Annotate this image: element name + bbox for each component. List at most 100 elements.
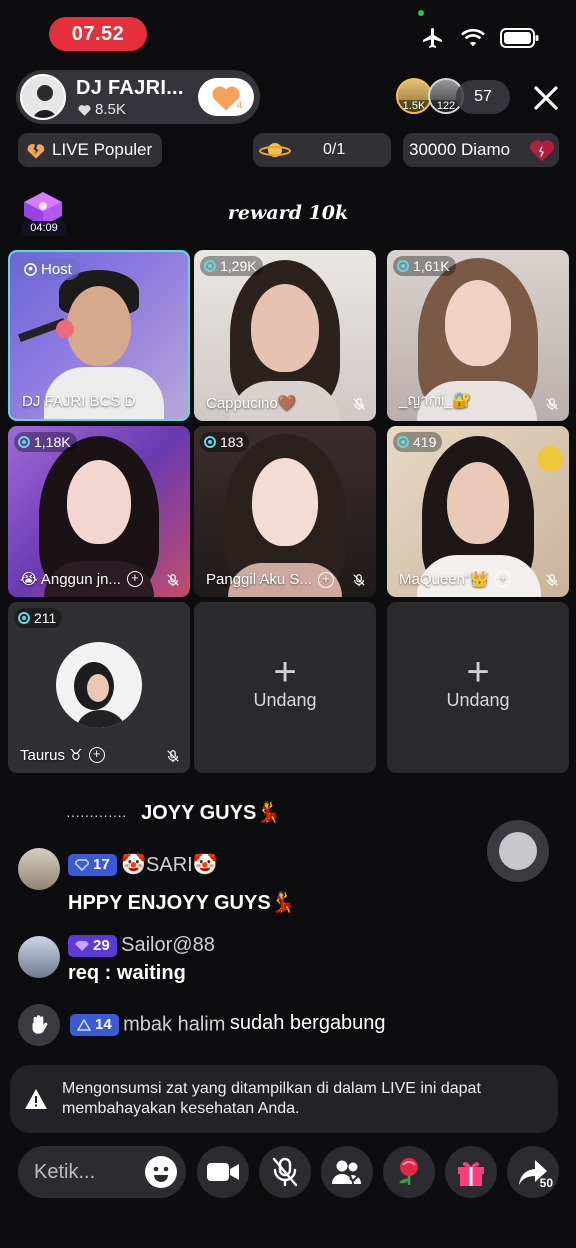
host-avatar[interactable]	[20, 74, 66, 120]
viewers-icon	[204, 436, 216, 448]
guest-name-text: 😭 Anggun jn...	[20, 571, 121, 588]
host-tag-label: Host	[41, 260, 72, 278]
guest-tile[interactable]: 419 MaQueen"👑 +	[387, 426, 569, 597]
floating-assistive-button[interactable]	[487, 820, 549, 882]
guest-avatar	[56, 642, 142, 728]
guest-views-count: 211	[34, 610, 57, 626]
top-viewers[interactable]: 1.5K 122	[396, 78, 464, 114]
comment-box[interactable]	[18, 1146, 186, 1198]
mic-muted-icon	[353, 398, 365, 411]
diamond-level-icon	[75, 940, 89, 951]
airplane-icon	[423, 28, 442, 48]
level-number: 17	[93, 856, 110, 873]
heart-gift-icon	[530, 140, 554, 162]
follow-guest-button[interactable]: +	[88, 747, 105, 763]
guest-views-count: 183	[220, 434, 244, 450]
guest-tile-host[interactable]: Host DJ FAJRI BCS D	[8, 250, 190, 421]
host-tag: Host	[16, 258, 80, 280]
viewers-icon	[397, 436, 409, 448]
plus-icon: +	[466, 650, 490, 694]
level-badge: 17	[68, 853, 117, 876]
people-icon	[332, 1160, 361, 1184]
follow-guest-button[interactable]: +	[317, 571, 334, 588]
mic-muted-icon	[272, 1157, 298, 1187]
plus-icon: +	[273, 650, 297, 694]
invite-label: Undang	[253, 690, 317, 710]
viewer-count[interactable]: 57	[456, 80, 510, 114]
host-likes-count: 8.5K	[95, 101, 126, 118]
invite-label: Undang	[446, 690, 510, 710]
guests-button[interactable]	[321, 1146, 373, 1198]
chat-user-avatar[interactable]	[18, 848, 60, 890]
level-badge: 14	[70, 1013, 119, 1036]
follow-guest-button[interactable]: +	[126, 571, 143, 587]
close-icon[interactable]	[530, 82, 562, 114]
rank-chip[interactable]: 0/1	[253, 133, 391, 167]
guest-views: 419	[393, 432, 443, 452]
safety-warning-banner: Mengonsumsi zat yang ditampilkan di dala…	[10, 1065, 558, 1133]
mic-muted-icon	[167, 574, 179, 587]
guest-views: 211	[14, 608, 63, 628]
camera-button[interactable]	[197, 1146, 249, 1198]
comment-input[interactable]	[34, 1156, 134, 1188]
level-number: 29	[93, 937, 110, 954]
live-popular-chip[interactable]: LIVE Populer	[18, 133, 162, 167]
guest-tile[interactable]: 1,61K _ญากii_🔐	[387, 250, 569, 421]
live-popular-label: LIVE Populer	[52, 140, 153, 159]
guest-views: 1,18K	[14, 432, 77, 452]
chat-username[interactable]: mbak halim	[123, 1013, 225, 1035]
guest-tile[interactable]: 1,18K 😭 Anggun jn... +	[8, 426, 190, 597]
guest-name: DJ FAJRI BCS D	[22, 393, 135, 410]
mic-muted-icon	[546, 398, 558, 411]
viewers-icon	[397, 260, 409, 272]
diamond-goal-label: 30000 Diamo	[409, 140, 511, 159]
guest-views-count: 1,29K	[220, 258, 257, 274]
guest-name: Cappucino🤎	[206, 394, 296, 412]
guest-views: 183	[200, 432, 250, 452]
guest-name-text: MaQueen"👑	[399, 571, 489, 588]
wave-icon	[18, 1004, 60, 1046]
diamond-goal-chip[interactable]: 30000 Diamo	[403, 133, 559, 167]
guest-views-count: 419	[413, 434, 437, 450]
chat-message: 29 Sailor@88	[68, 934, 215, 957]
top-viewer-avatar[interactable]: 1.5K	[396, 78, 432, 114]
guest-tile[interactable]: 183 Panggil Aku S... +	[194, 426, 376, 597]
guest-views: 1,61K	[393, 256, 456, 276]
follow-button[interactable]: 4	[198, 78, 254, 116]
top-viewer-label: 1.5K	[398, 100, 430, 112]
invite-slot[interactable]: + Undang	[387, 602, 569, 773]
chat-username[interactable]: Sailor@88	[121, 934, 215, 956]
emoji-icon[interactable]	[144, 1155, 178, 1189]
viewers-icon	[18, 436, 30, 448]
mic-muted-icon	[546, 574, 558, 587]
chat-message: 17 🤡SARI🤡	[68, 852, 218, 877]
status-time: 07.52	[49, 17, 147, 51]
chat-text: sudah bergabung	[229, 1012, 386, 1034]
battery-icon	[500, 28, 539, 48]
gift-button[interactable]	[445, 1146, 497, 1198]
chat-user-avatar[interactable]	[18, 936, 60, 978]
follow-guest-button[interactable]: +	[494, 571, 511, 587]
host-info-pill[interactable]: DJ FAJRI... 8.5K 4	[16, 70, 260, 124]
guest-name-text: Panggil Aku S...	[206, 571, 312, 588]
guest-name: Panggil Aku S... +	[206, 571, 334, 588]
status-icons	[420, 26, 540, 50]
viewers-icon	[204, 260, 216, 272]
gift-box-icon	[458, 1162, 484, 1186]
chat-username[interactable]: 🤡SARI🤡	[121, 854, 217, 876]
viewers-icon	[18, 612, 30, 624]
video-camera-icon	[207, 1163, 239, 1181]
mic-button[interactable]	[259, 1146, 311, 1198]
diamond-level-icon	[75, 858, 89, 871]
guest-views: 1,29K	[200, 256, 263, 276]
privacy-indicator-dot	[418, 10, 424, 16]
chat-message: ············· JOYY GUYS💃	[66, 800, 281, 825]
rose-gift-button[interactable]	[383, 1146, 435, 1198]
guest-tile-audio[interactable]: 211 Taurus ♉ +	[8, 602, 190, 773]
share-button[interactable]: 50	[507, 1146, 559, 1198]
share-count: 50	[539, 1176, 553, 1190]
host-likes: 8.5K	[78, 101, 126, 118]
guest-tile[interactable]: 1,29K Cappucino🤎	[194, 250, 376, 421]
invite-slot[interactable]: + Undang	[194, 602, 376, 773]
heart-icon	[78, 104, 91, 116]
